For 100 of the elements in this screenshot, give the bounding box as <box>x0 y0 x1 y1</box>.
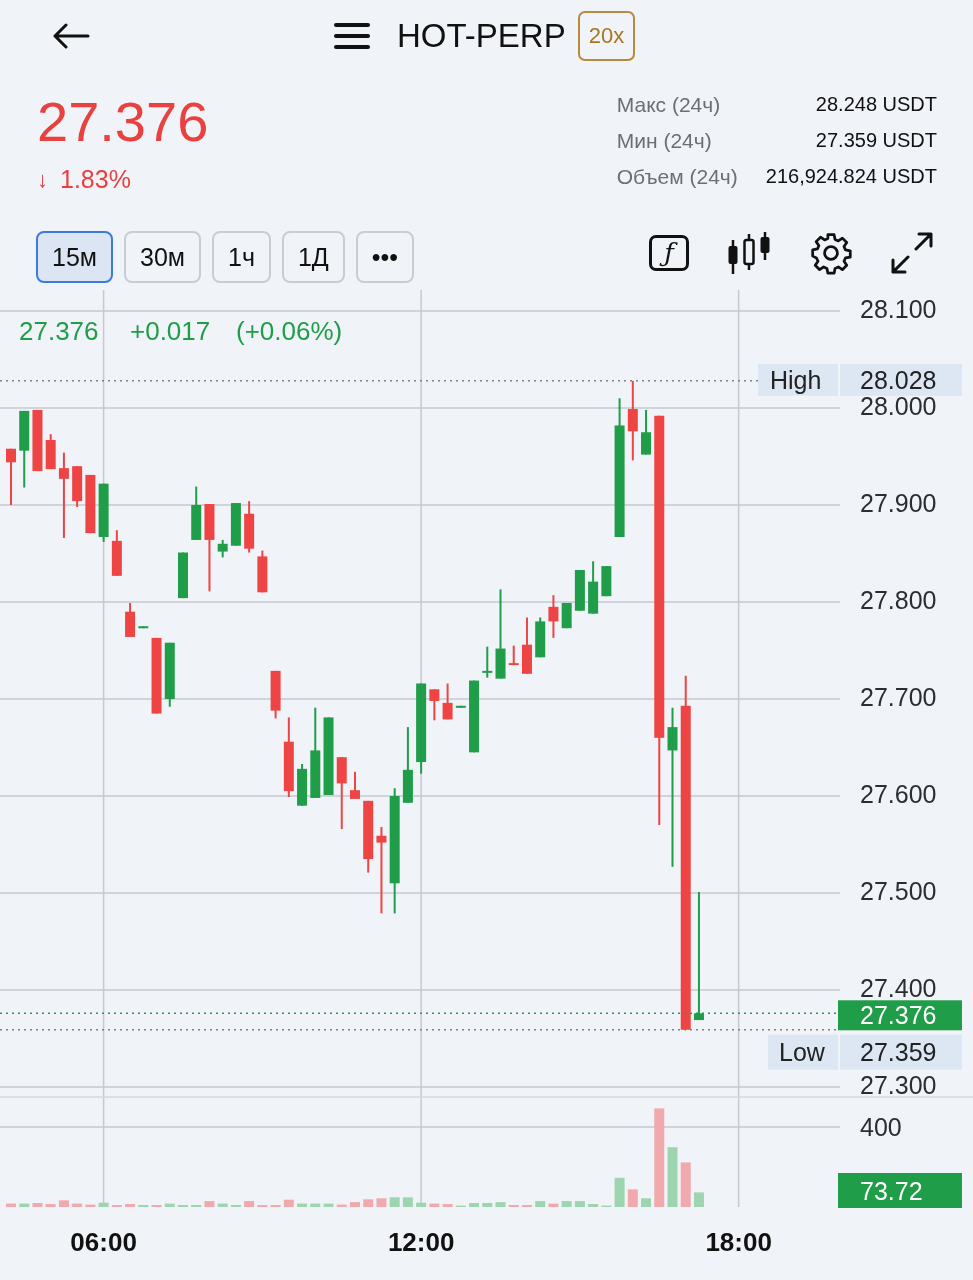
candlestick <box>548 594 559 639</box>
volume-bar <box>548 1203 559 1207</box>
legend-change-percent: (+0.06%) <box>236 316 343 346</box>
candlestick <box>561 601 572 630</box>
volume-bar <box>442 1204 453 1207</box>
stat-label: Макс (24ч) <box>616 92 722 118</box>
volume-bar <box>336 1204 347 1207</box>
last-price: 27.376 <box>37 90 209 154</box>
volume-bar <box>297 1203 308 1207</box>
legend-price: 27.376 <box>19 316 99 346</box>
candlestick <box>429 688 440 722</box>
price-axis-label: 27.600 <box>860 780 937 808</box>
candlestick <box>6 447 16 506</box>
volume-bar <box>495 1202 506 1207</box>
time-axis-label: 06:00 <box>70 1227 137 1257</box>
volume-bar <box>561 1201 572 1207</box>
price-axis-label: 27.800 <box>860 586 937 614</box>
interval-tab[interactable]: 1Д <box>281 231 345 283</box>
candlestick <box>521 616 532 675</box>
stat-label: Мин (24ч) <box>616 128 713 154</box>
volume-value-tag: 73.72 <box>838 1173 962 1208</box>
volume-bar <box>217 1203 228 1207</box>
high-price-tag: 28.028 <box>840 363 962 396</box>
volume-bar <box>402 1197 413 1207</box>
volume-bar <box>6 1203 16 1207</box>
candlestick <box>442 682 453 721</box>
volume-bar <box>376 1198 387 1207</box>
volume-bar <box>614 1177 625 1207</box>
down-arrow-icon: ↓ <box>37 166 48 193</box>
candlestick <box>98 482 109 543</box>
volume-bar <box>680 1162 691 1207</box>
candlestick <box>111 529 122 577</box>
candlestick <box>138 625 149 630</box>
function-button[interactable]: ƒ <box>649 235 689 271</box>
candlestick <box>508 644 519 667</box>
volume-bar <box>350 1202 360 1207</box>
price-axis-label: 28.100 <box>860 295 937 323</box>
candlestick <box>85 473 96 535</box>
candlestick <box>455 704 466 709</box>
low-price-tag: 27.359 <box>840 1034 962 1070</box>
candlestick <box>482 645 493 679</box>
price-axis-label: 27.300 <box>860 1071 937 1099</box>
interval-tab[interactable]: ••• <box>355 231 415 283</box>
candlestick <box>191 485 202 541</box>
volume-bar <box>416 1202 427 1207</box>
volume-bar <box>58 1200 69 1207</box>
expand-icon[interactable] <box>891 232 933 274</box>
legend-change: +0.017 <box>130 316 211 346</box>
candlestick <box>350 770 360 800</box>
volume-bar <box>389 1197 400 1207</box>
price-axis-label: 27.900 <box>860 489 937 517</box>
volume-bar <box>323 1203 334 1207</box>
last-price-tag: 27.376 <box>838 1000 962 1031</box>
candlestick <box>270 669 281 720</box>
settings-icon[interactable] <box>809 231 853 275</box>
candlestick <box>297 763 308 807</box>
candlestick <box>164 641 175 708</box>
price-axis-label: 27.500 <box>860 877 937 905</box>
volume-bar <box>72 1203 83 1207</box>
high-label-tag: High <box>758 363 838 396</box>
volume-bar <box>667 1147 678 1207</box>
volume-bar <box>588 1204 599 1207</box>
time-axis-label: 18:00 <box>705 1227 772 1257</box>
candlestick <box>588 560 599 615</box>
candlestick <box>574 569 585 612</box>
interval-tab[interactable]: 15м <box>36 231 113 283</box>
volume-axis-label: 400 <box>860 1113 902 1141</box>
candlestick <box>217 538 228 559</box>
candlestick <box>601 565 612 598</box>
volume-bar <box>98 1202 109 1207</box>
volume-bar <box>283 1199 294 1207</box>
candlestick <box>125 601 136 638</box>
candlestick <box>641 408 652 456</box>
leverage-badge: 20x <box>577 11 636 61</box>
low-label-tag: Low <box>768 1034 838 1070</box>
volume-bar <box>429 1203 440 1207</box>
candlestick <box>72 465 83 508</box>
candlestick-icon[interactable] <box>727 232 771 274</box>
candlestick <box>257 549 268 594</box>
back-arrow-icon[interactable] <box>52 23 90 49</box>
candlestick <box>178 551 188 600</box>
candlestick <box>45 433 56 471</box>
volume-bar <box>204 1201 215 1207</box>
menu-icon[interactable] <box>334 22 370 50</box>
stat-label: Объем (24ч) <box>616 164 738 190</box>
volume-bar <box>45 1204 56 1207</box>
interval-tab[interactable]: 30м <box>124 231 201 283</box>
volume-bar <box>310 1203 321 1207</box>
interval-tab[interactable]: 1ч <box>212 231 271 283</box>
stat-value: 216,924.824 USDT <box>765 164 937 189</box>
price-axis-label: 27.700 <box>860 683 937 711</box>
volume-bar <box>641 1198 652 1207</box>
volume-bar <box>535 1201 546 1207</box>
volume-bar <box>693 1192 704 1207</box>
volume-bar <box>32 1203 43 1207</box>
market-symbol: HOT-PERP <box>397 17 566 55</box>
volume-bar <box>164 1203 175 1207</box>
price-change-percent: 1.83% <box>60 165 131 194</box>
stat-value: 28.248 USDT <box>814 92 937 117</box>
volume-bar <box>482 1203 493 1207</box>
